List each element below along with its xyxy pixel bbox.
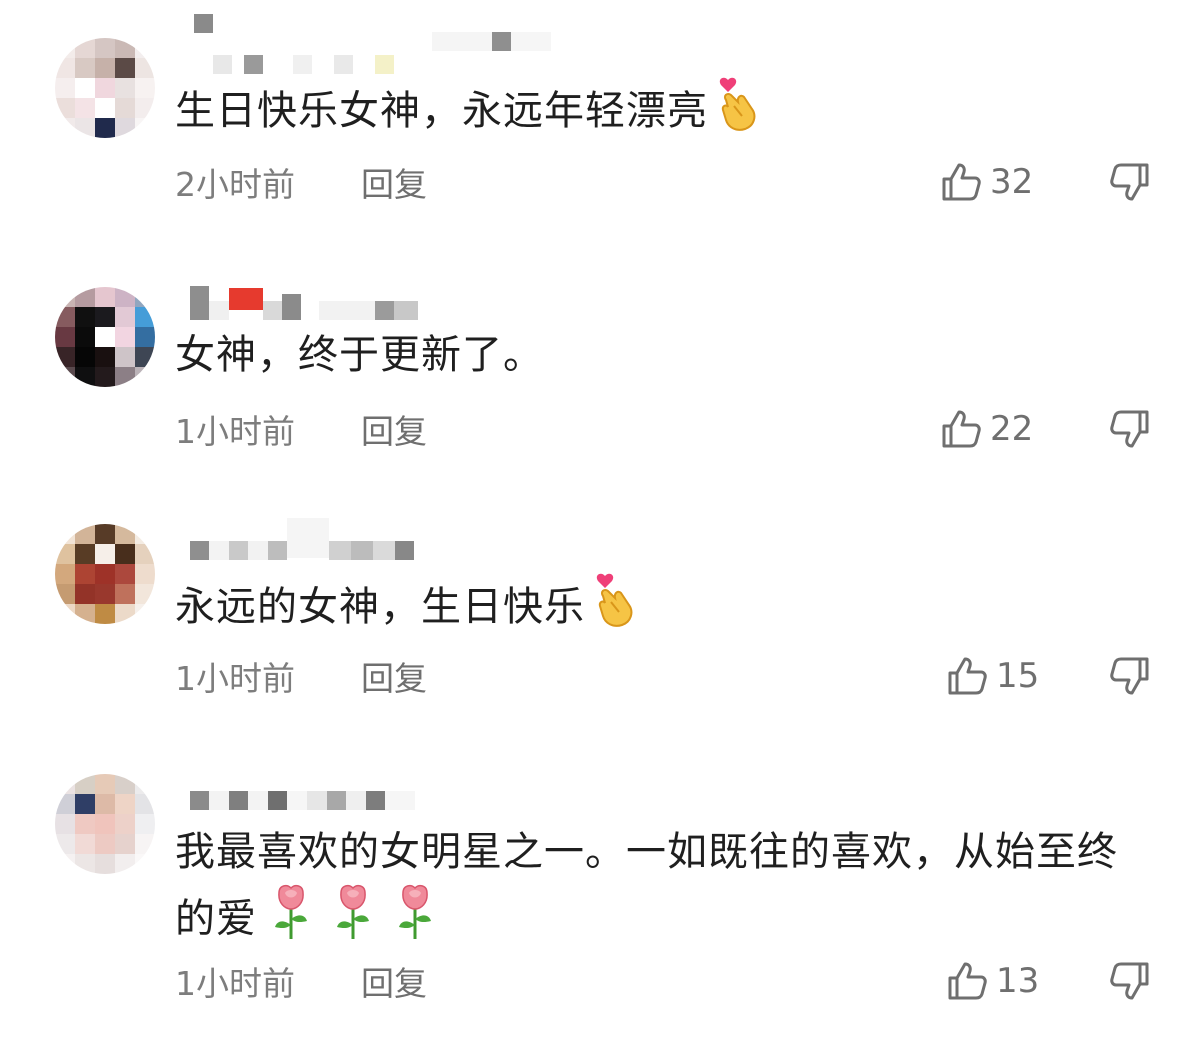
rose-icon bbox=[395, 883, 435, 959]
like-count: 22 bbox=[990, 409, 1034, 449]
comment-text: 我最喜欢的女明星之一。一如既往的喜欢，从始至终的爱 bbox=[175, 821, 1145, 959]
timestamp: 1小时前 bbox=[175, 659, 295, 698]
comment-meta: 1小时前 回复 bbox=[175, 651, 427, 701]
like-count: 15 bbox=[996, 656, 1040, 696]
dislike-button[interactable] bbox=[1106, 956, 1154, 1006]
timestamp: 2小时前 bbox=[175, 165, 295, 204]
like-button[interactable]: 32 bbox=[940, 157, 1033, 207]
dislike-button[interactable] bbox=[1106, 157, 1154, 207]
comment-meta: 1小时前 回复 bbox=[175, 404, 427, 454]
dislike-button[interactable] bbox=[1106, 651, 1154, 701]
dislike-button[interactable] bbox=[1106, 404, 1154, 454]
finger-heart-icon bbox=[718, 76, 758, 150]
timestamp: 1小时前 bbox=[175, 412, 295, 451]
thumbs-up-icon bbox=[948, 657, 987, 695]
like-button[interactable]: 22 bbox=[940, 404, 1033, 454]
reply-button[interactable]: 回复 bbox=[361, 652, 427, 700]
comment-text: 生日快乐女神，永远年轻漂亮 bbox=[175, 76, 1145, 150]
thumbs-up-icon bbox=[942, 410, 981, 448]
avatar[interactable] bbox=[55, 38, 155, 138]
reply-button[interactable]: 回复 bbox=[361, 158, 427, 206]
username-redacted[interactable] bbox=[190, 518, 414, 560]
thumbs-down-icon bbox=[1110, 163, 1149, 201]
thumbs-up-icon bbox=[942, 163, 981, 201]
comment-meta: 1小时前 回复 bbox=[175, 956, 427, 1006]
like-count: 13 bbox=[996, 961, 1040, 1001]
comment-body: 永远的女神，生日快乐 bbox=[175, 584, 585, 630]
username-redacted[interactable] bbox=[190, 768, 415, 810]
comment-body: 我最喜欢的女明星之一。一如既往的喜欢，从始至终的爱 bbox=[175, 829, 1118, 942]
finger-heart-icon bbox=[595, 572, 635, 646]
comment-body: 生日快乐女神，永远年轻漂亮 bbox=[175, 88, 708, 134]
avatar[interactable] bbox=[55, 774, 155, 874]
comment-text: 永远的女神，生日快乐 bbox=[175, 572, 1145, 646]
thumbs-down-icon bbox=[1110, 410, 1149, 448]
timestamp: 1小时前 bbox=[175, 964, 295, 1003]
thumbs-up-icon bbox=[948, 962, 987, 1000]
rose-icon bbox=[271, 883, 311, 959]
like-button[interactable]: 13 bbox=[946, 956, 1039, 1006]
reply-button[interactable]: 回复 bbox=[361, 957, 427, 1005]
like-count: 32 bbox=[990, 162, 1034, 202]
rose-icon bbox=[333, 883, 373, 959]
username-redacted[interactable] bbox=[190, 278, 418, 320]
reply-button[interactable]: 回复 bbox=[361, 405, 427, 453]
comment-meta: 2小时前 回复 bbox=[175, 157, 427, 207]
comment-text: 女神，终于更新了。 bbox=[175, 324, 1145, 386]
avatar[interactable] bbox=[55, 524, 155, 624]
username-redacted[interactable] bbox=[190, 14, 551, 74]
thumbs-down-icon bbox=[1110, 657, 1149, 695]
avatar[interactable] bbox=[55, 287, 155, 387]
like-button[interactable]: 15 bbox=[946, 651, 1039, 701]
comment-body: 女神，终于更新了。 bbox=[175, 332, 544, 378]
thumbs-down-icon bbox=[1110, 962, 1149, 1000]
